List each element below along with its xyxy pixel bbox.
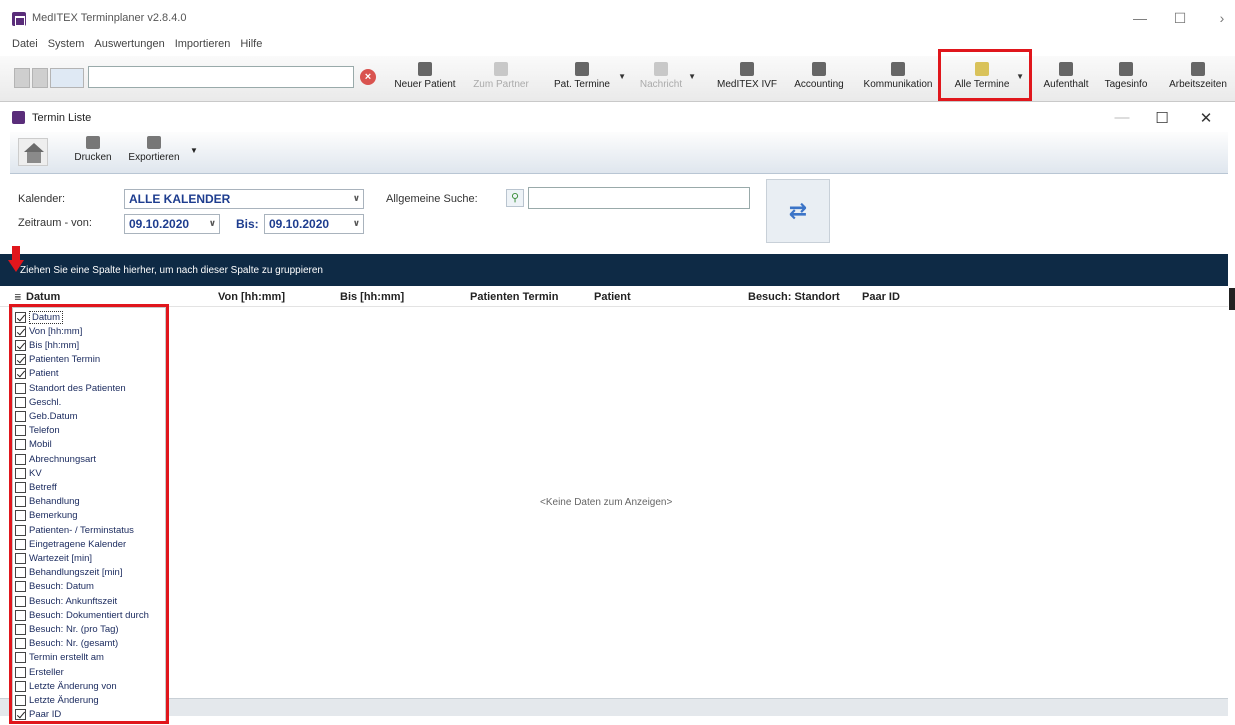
- highlight-all-appointments: [938, 49, 1032, 101]
- working-hours-button[interactable]: Arbeitszeiten: [1164, 60, 1232, 98]
- message-button[interactable]: Nachricht ▼: [636, 60, 696, 98]
- column-besuch-standort[interactable]: Besuch: Standort: [748, 291, 840, 303]
- menu-bar: Datei System Auswertungen Importieren Hi…: [0, 38, 262, 56]
- clear-search-icon[interactable]: ×: [360, 69, 376, 85]
- refresh-button[interactable]: ⇄: [766, 179, 830, 243]
- partner-icon: [494, 62, 508, 76]
- empty-grid-message: <Keine Daten zum Anzeigen>: [540, 497, 673, 508]
- minimize-icon[interactable]: —: [1130, 10, 1150, 26]
- refresh-icon: ⇄: [788, 198, 808, 223]
- printer-icon: [86, 136, 100, 149]
- range-from-label: Zeitraum - von:: [18, 217, 92, 229]
- column-datum[interactable]: Datum: [26, 291, 60, 303]
- group-by-band[interactable]: Ziehen Sie eine Spalte hierher, um nach …: [0, 254, 1228, 286]
- meditex-ivf-icon: [740, 62, 754, 76]
- meditex-ivf-button[interactable]: MedITEX IVF: [716, 60, 778, 98]
- menu-auswertungen[interactable]: Auswertungen: [94, 38, 164, 56]
- grid-footer: [0, 698, 1228, 716]
- child-titlebar: Termin Liste — ☐ ✕: [0, 106, 1235, 130]
- day-info-icon: [1119, 62, 1133, 76]
- grid-column-header: ≣ Datum Von [hh:mm] Bis [hh:mm] Patiente…: [0, 287, 1228, 307]
- calendar-icon: [12, 111, 25, 124]
- menu-importieren[interactable]: Importieren: [175, 38, 231, 56]
- search-label: Allgemeine Suche:: [386, 193, 478, 205]
- print-button[interactable]: Drucken: [68, 136, 118, 163]
- stay-button[interactable]: Aufenthalt: [1038, 60, 1094, 98]
- patient-search-input[interactable]: [88, 66, 354, 88]
- general-search-input[interactable]: [528, 187, 750, 209]
- communication-button[interactable]: Kommunikation: [860, 60, 936, 98]
- message-icon: [654, 62, 668, 76]
- main-toolbar: × Neuer Patient Zum Partner Pat. Termine…: [0, 56, 1235, 102]
- communication-icon: [891, 62, 905, 76]
- app-title: MedITEX Terminplaner v2.8.4.0: [32, 12, 187, 24]
- chevron-down-icon: ∨: [352, 193, 360, 203]
- column-patienten-termin[interactable]: Patienten Termin: [470, 291, 558, 303]
- working-hours-icon: [1191, 62, 1205, 76]
- home-icon[interactable]: [18, 138, 48, 166]
- calendar-select[interactable]: ALLE KALENDER ∨: [124, 189, 364, 209]
- child-close-icon[interactable]: ✕: [1196, 109, 1216, 127]
- column-paar-id[interactable]: Paar ID: [862, 291, 900, 303]
- partner-button[interactable]: Zum Partner: [466, 60, 536, 98]
- range-to-label: Bis:: [236, 217, 259, 231]
- child-minimize-icon[interactable]: —: [1112, 109, 1132, 126]
- column-chooser-icon[interactable]: ≣: [14, 292, 22, 303]
- chevron-down-icon: ∨: [352, 218, 360, 228]
- export-button[interactable]: Exportieren: [124, 136, 184, 163]
- patient-appointments-button[interactable]: Pat. Termine ▼: [548, 60, 626, 98]
- app-calendar-icon: [12, 12, 26, 26]
- highlight-column-chooser: [9, 304, 169, 724]
- column-patient[interactable]: Patient: [594, 291, 631, 303]
- range-from-date[interactable]: 09.10.2020 ∨: [124, 214, 220, 234]
- export-icon: [147, 136, 161, 149]
- red-arrow-annotation: [8, 246, 24, 276]
- chevron-down-icon[interactable]: ▼: [190, 146, 198, 155]
- column-von[interactable]: Von [hh:mm]: [218, 291, 285, 303]
- patient-appointments-icon: [575, 62, 589, 76]
- menu-system[interactable]: System: [48, 38, 85, 56]
- stay-icon: [1059, 62, 1073, 76]
- child-ribbon: Drucken Exportieren ▼: [10, 132, 1228, 174]
- chevron-down-icon[interactable]: ▼: [688, 72, 696, 81]
- close-icon[interactable]: ›: [1212, 10, 1232, 26]
- child-maximize-icon[interactable]: ☐: [1152, 109, 1172, 127]
- maximize-icon[interactable]: ☐: [1170, 10, 1190, 27]
- app-titlebar: MedITEX Terminplaner v2.8.4.0 — ☐ ›: [0, 0, 1235, 38]
- accounting-button[interactable]: Accounting: [786, 60, 852, 98]
- patient-search-icon[interactable]: [50, 68, 84, 88]
- child-title: Termin Liste: [32, 112, 92, 124]
- back-icon[interactable]: [14, 68, 30, 88]
- search-icon[interactable]: ⚲: [506, 189, 524, 207]
- chevron-down-icon[interactable]: ▼: [618, 72, 626, 81]
- new-patient-icon: [418, 62, 432, 76]
- chevron-down-icon: ∨: [208, 218, 216, 228]
- new-patient-button[interactable]: Neuer Patient: [390, 60, 460, 98]
- calendar-label: Kalender:: [18, 193, 66, 205]
- column-bis[interactable]: Bis [hh:mm]: [340, 291, 404, 303]
- forward-icon[interactable]: [32, 68, 48, 88]
- vertical-scrollbar[interactable]: [1229, 288, 1235, 310]
- accounting-icon: [812, 62, 826, 76]
- menu-hilfe[interactable]: Hilfe: [240, 38, 262, 56]
- day-info-button[interactable]: Tagesinfo: [1098, 60, 1154, 98]
- menu-datei[interactable]: Datei: [12, 38, 38, 56]
- range-to-date[interactable]: 09.10.2020 ∨: [264, 214, 364, 234]
- filter-panel: Kalender: ALLE KALENDER ∨ Zeitraum - von…: [10, 175, 1228, 253]
